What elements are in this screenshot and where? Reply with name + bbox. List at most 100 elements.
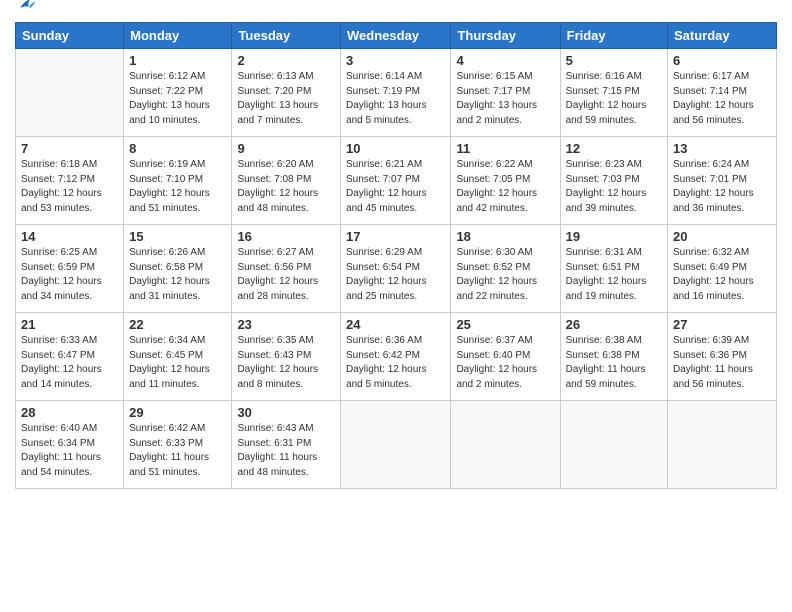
col-header-wednesday: Wednesday	[341, 23, 451, 49]
day-number: 30	[237, 405, 335, 420]
day-number: 20	[673, 229, 771, 244]
day-info: Sunrise: 6:27 AM Sunset: 6:56 PM Dayligh…	[237, 246, 335, 304]
day-info: Sunrise: 6:40 AM Sunset: 6:34 PM Dayligh…	[21, 422, 118, 480]
day-cell: 21 Sunrise: 6:33 AM Sunset: 6:47 PM Dayli…	[16, 313, 124, 401]
day-info: Sunrise: 6:35 AM Sunset: 6:43 PM Dayligh…	[237, 334, 335, 392]
week-row-3: 14 Sunrise: 6:25 AM Sunset: 6:59 PM Dayli…	[16, 225, 777, 313]
day-info: Sunrise: 6:20 AM Sunset: 7:08 PM Dayligh…	[237, 158, 335, 216]
day-cell: 28 Sunrise: 6:40 AM Sunset: 6:34 PM Dayli…	[16, 401, 124, 489]
day-cell: 14 Sunrise: 6:25 AM Sunset: 6:59 PM Dayli…	[16, 225, 124, 313]
day-info: Sunrise: 6:16 AM Sunset: 7:15 PM Dayligh…	[566, 70, 662, 128]
day-cell: 5 Sunrise: 6:16 AM Sunset: 7:15 PM Daylig…	[560, 49, 667, 137]
col-header-saturday: Saturday	[668, 23, 777, 49]
day-number: 28	[21, 405, 118, 420]
day-cell: 18 Sunrise: 6:30 AM Sunset: 6:52 PM Dayli…	[451, 225, 560, 313]
col-header-thursday: Thursday	[451, 23, 560, 49]
day-cell: 26 Sunrise: 6:38 AM Sunset: 6:38 PM Dayli…	[560, 313, 667, 401]
week-row-1: 1 Sunrise: 6:12 AM Sunset: 7:22 PM Daylig…	[16, 49, 777, 137]
day-cell: 10 Sunrise: 6:21 AM Sunset: 7:07 PM Dayli…	[341, 137, 451, 225]
day-info: Sunrise: 6:19 AM Sunset: 7:10 PM Dayligh…	[129, 158, 226, 216]
day-info: Sunrise: 6:29 AM Sunset: 6:54 PM Dayligh…	[346, 246, 445, 304]
day-cell: 11 Sunrise: 6:22 AM Sunset: 7:05 PM Dayli…	[451, 137, 560, 225]
day-number: 1	[129, 53, 226, 68]
day-cell: 22 Sunrise: 6:34 AM Sunset: 6:45 PM Dayli…	[124, 313, 232, 401]
day-info: Sunrise: 6:24 AM Sunset: 7:01 PM Dayligh…	[673, 158, 771, 216]
day-cell: 6Sunrise: 6:17 AM Sunset: 7:14 PM Daylig…	[668, 49, 777, 137]
day-cell: 29 Sunrise: 6:42 AM Sunset: 6:33 PM Dayli…	[124, 401, 232, 489]
day-cell	[451, 401, 560, 489]
day-number: 7	[21, 141, 118, 156]
day-number: 25	[456, 317, 554, 332]
day-info: Sunrise: 6:25 AM Sunset: 6:59 PM Dayligh…	[21, 246, 118, 304]
day-info: Sunrise: 6:34 AM Sunset: 6:45 PM Dayligh…	[129, 334, 226, 392]
day-number: 21	[21, 317, 118, 332]
day-info: Sunrise: 6:21 AM Sunset: 7:07 PM Dayligh…	[346, 158, 445, 216]
day-number: 27	[673, 317, 771, 332]
day-cell	[668, 401, 777, 489]
day-number: 9	[237, 141, 335, 156]
day-cell	[560, 401, 667, 489]
day-number: 13	[673, 141, 771, 156]
week-row-5: 28 Sunrise: 6:40 AM Sunset: 6:34 PM Dayli…	[16, 401, 777, 489]
day-cell: 7 Sunrise: 6:18 AM Sunset: 7:12 PM Daylig…	[16, 137, 124, 225]
day-cell: 25 Sunrise: 6:37 AM Sunset: 6:40 PM Dayli…	[451, 313, 560, 401]
day-number: 26	[566, 317, 662, 332]
day-cell: 3 Sunrise: 6:14 AM Sunset: 7:19 PM Daylig…	[341, 49, 451, 137]
day-number: 16	[237, 229, 335, 244]
day-cell: 23 Sunrise: 6:35 AM Sunset: 6:43 PM Dayli…	[232, 313, 341, 401]
day-number: 12	[566, 141, 662, 156]
day-cell: 15 Sunrise: 6:26 AM Sunset: 6:58 PM Dayli…	[124, 225, 232, 313]
day-info: Sunrise: 6:31 AM Sunset: 6:51 PM Dayligh…	[566, 246, 662, 304]
day-cell: 30Sunrise: 6:43 AM Sunset: 6:31 PM Dayli…	[232, 401, 341, 489]
day-info: Sunrise: 6:14 AM Sunset: 7:19 PM Dayligh…	[346, 70, 445, 128]
day-info: Sunrise: 6:15 AM Sunset: 7:17 PM Dayligh…	[456, 70, 554, 128]
day-number: 29	[129, 405, 226, 420]
day-info: Sunrise: 6:37 AM Sunset: 6:40 PM Dayligh…	[456, 334, 554, 392]
day-info: Sunrise: 6:38 AM Sunset: 6:38 PM Dayligh…	[566, 334, 662, 392]
day-cell	[16, 49, 124, 137]
day-cell: 2 Sunrise: 6:13 AM Sunset: 7:20 PM Daylig…	[232, 49, 341, 137]
day-number: 22	[129, 317, 226, 332]
day-number: 2	[237, 53, 335, 68]
day-number: 15	[129, 229, 226, 244]
day-number: 18	[456, 229, 554, 244]
day-number: 23	[237, 317, 335, 332]
day-info: Sunrise: 6:18 AM Sunset: 7:12 PM Dayligh…	[21, 158, 118, 216]
day-info: Sunrise: 6:33 AM Sunset: 6:47 PM Dayligh…	[21, 334, 118, 392]
day-number: 10	[346, 141, 445, 156]
day-cell: 8 Sunrise: 6:19 AM Sunset: 7:10 PM Daylig…	[124, 137, 232, 225]
col-header-tuesday: Tuesday	[232, 23, 341, 49]
day-cell	[341, 401, 451, 489]
week-row-4: 21 Sunrise: 6:33 AM Sunset: 6:47 PM Dayli…	[16, 313, 777, 401]
logo-bird-icon	[17, 0, 37, 16]
day-info: Sunrise: 6:32 AM Sunset: 6:49 PM Dayligh…	[673, 246, 771, 304]
day-info: Sunrise: 6:12 AM Sunset: 7:22 PM Dayligh…	[129, 70, 226, 128]
day-number: 3	[346, 53, 445, 68]
day-cell: 19 Sunrise: 6:31 AM Sunset: 6:51 PM Dayli…	[560, 225, 667, 313]
day-number: 11	[456, 141, 554, 156]
day-info: Sunrise: 6:23 AM Sunset: 7:03 PM Dayligh…	[566, 158, 662, 216]
day-cell: 27Sunrise: 6:39 AM Sunset: 6:36 PM Dayli…	[668, 313, 777, 401]
day-info: Sunrise: 6:26 AM Sunset: 6:58 PM Dayligh…	[129, 246, 226, 304]
day-cell: 20 Sunrise: 6:32 AM Sunset: 6:49 PM Dayli…	[668, 225, 777, 313]
header-row: SundayMondayTuesdayWednesdayThursdayFrid…	[16, 23, 777, 49]
day-cell: 1 Sunrise: 6:12 AM Sunset: 7:22 PM Daylig…	[124, 49, 232, 137]
day-cell: 4Sunrise: 6:15 AM Sunset: 7:17 PM Daylig…	[451, 49, 560, 137]
header	[15, 10, 777, 14]
day-info: Sunrise: 6:42 AM Sunset: 6:33 PM Dayligh…	[129, 422, 226, 480]
col-header-monday: Monday	[124, 23, 232, 49]
day-cell: 13 Sunrise: 6:24 AM Sunset: 7:01 PM Dayli…	[668, 137, 777, 225]
col-header-friday: Friday	[560, 23, 667, 49]
day-info: Sunrise: 6:30 AM Sunset: 6:52 PM Dayligh…	[456, 246, 554, 304]
day-number: 19	[566, 229, 662, 244]
day-number: 8	[129, 141, 226, 156]
day-number: 14	[21, 229, 118, 244]
day-number: 5	[566, 53, 662, 68]
day-info: Sunrise: 6:36 AM Sunset: 6:42 PM Dayligh…	[346, 334, 445, 392]
day-cell: 17Sunrise: 6:29 AM Sunset: 6:54 PM Dayli…	[341, 225, 451, 313]
day-info: Sunrise: 6:22 AM Sunset: 7:05 PM Dayligh…	[456, 158, 554, 216]
col-header-sunday: Sunday	[16, 23, 124, 49]
day-info: Sunrise: 6:13 AM Sunset: 7:20 PM Dayligh…	[237, 70, 335, 128]
day-cell: 9 Sunrise: 6:20 AM Sunset: 7:08 PM Daylig…	[232, 137, 341, 225]
main-container: SundayMondayTuesdayWednesdayThursdayFrid…	[0, 0, 792, 612]
